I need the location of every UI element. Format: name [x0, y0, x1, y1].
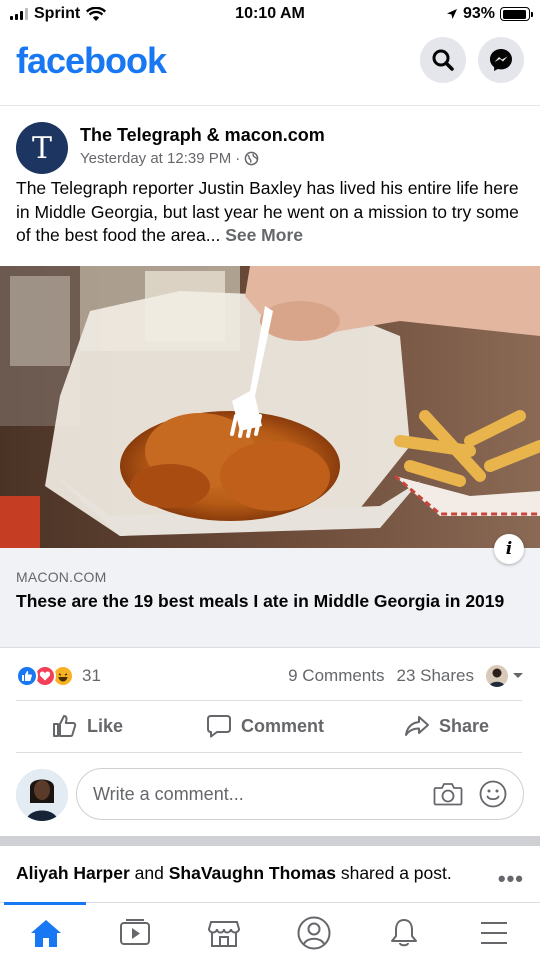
reaction-count: 31 — [82, 666, 101, 685]
post-meta: Yesterday at 12:39 PM · — [80, 150, 259, 167]
mini-avatar — [486, 665, 508, 687]
next-post-connector: and — [129, 863, 169, 883]
post-actions: Like Comment Share — [0, 702, 540, 752]
page-avatar-letter: T — [31, 130, 52, 166]
share-icon — [405, 716, 429, 736]
link-domain: MACON.COM — [16, 569, 107, 585]
home-icon — [31, 920, 61, 947]
like-reaction-icon — [16, 665, 38, 687]
search-icon — [432, 49, 454, 71]
tab-notifications[interactable] — [384, 915, 424, 951]
see-more-link[interactable]: See More — [225, 225, 303, 245]
feed-separator — [0, 836, 540, 846]
link-preview[interactable]: MACON.COM These are the 19 best meals I … — [0, 548, 540, 648]
location-arrow-icon — [446, 9, 457, 19]
comments-count[interactable]: 9 Comments — [288, 666, 384, 686]
link-title: These are the 19 best meals I ate in Mid… — [16, 591, 505, 611]
battery-percent: 93% — [462, 5, 495, 22]
next-post-action: shared a post. — [335, 863, 452, 883]
stats-right: 9 Comments 23 Shares — [288, 665, 524, 687]
share-button[interactable]: Share — [404, 714, 489, 738]
watch-icon — [120, 919, 150, 945]
post-link-image[interactable] — [0, 266, 540, 548]
search-button[interactable] — [420, 37, 466, 83]
next-post-user1[interactable]: Aliyah Harper — [16, 863, 130, 883]
food-photo — [0, 266, 540, 548]
menu-icon — [481, 922, 507, 944]
notifications-icon — [391, 919, 417, 947]
page-name[interactable]: The Telegraph & macon.com — [80, 125, 325, 146]
page-avatar[interactable]: T — [16, 122, 68, 174]
bottom-tab-bar — [0, 902, 540, 960]
comment-placeholder: Write a comment... — [93, 783, 244, 804]
shares-count[interactable]: 23 Shares — [397, 666, 475, 686]
post-stats: 31 9 Comments 23 Shares — [0, 658, 540, 694]
share-label: Share — [439, 715, 490, 736]
more-options-button[interactable]: ••• — [498, 866, 524, 892]
status-bar: Sprint 10:10 AM 93% — [0, 0, 540, 30]
post-time[interactable]: Yesterday at 12:39 PM — [80, 150, 231, 167]
user-avatar[interactable] — [16, 769, 68, 821]
comment-composer: Write a comment... — [0, 760, 540, 830]
active-tab-indicator — [4, 902, 86, 905]
emoji-icon[interactable] — [479, 780, 507, 808]
globe-icon — [244, 151, 259, 166]
tab-watch[interactable] — [115, 915, 155, 951]
tab-profile[interactable] — [294, 915, 334, 951]
comment-input[interactable]: Write a comment... — [76, 768, 524, 820]
messenger-button[interactable] — [478, 37, 524, 83]
post-text: The Telegraph reporter Justin Baxley has… — [16, 177, 528, 248]
like-icon — [53, 715, 77, 737]
facebook-logo[interactable]: facebook — [16, 40, 167, 82]
comment-button[interactable]: Comment — [206, 714, 324, 738]
app-header: facebook — [0, 32, 540, 106]
comment-label: Comment — [241, 715, 325, 736]
battery-icon — [500, 7, 533, 21]
marketplace-icon — [207, 921, 241, 947]
comment-icon — [207, 715, 231, 738]
stats-divider — [16, 700, 522, 701]
meta-separator: · — [235, 150, 241, 167]
like-button[interactable]: Like — [52, 714, 123, 738]
next-post-user2[interactable]: ShaVaughn Thomas — [169, 863, 336, 883]
comment-input-icons — [433, 780, 507, 808]
tab-menu[interactable] — [474, 915, 514, 951]
post-as-selector[interactable] — [486, 665, 524, 687]
messenger-icon — [490, 49, 512, 71]
actions-divider — [16, 752, 522, 753]
status-right: 93% — [446, 5, 533, 23]
like-label: Like — [87, 715, 124, 736]
camera-icon[interactable] — [433, 781, 463, 807]
caret-down-icon — [513, 673, 523, 678]
profile-icon — [297, 916, 331, 950]
tab-marketplace[interactable] — [204, 915, 244, 951]
info-button[interactable]: i — [494, 534, 524, 564]
reactions-summary[interactable]: 31 — [16, 665, 101, 687]
next-post-header: Aliyah Harper and ShaVaughn Thomas share… — [16, 862, 476, 884]
tab-home[interactable] — [26, 915, 66, 951]
